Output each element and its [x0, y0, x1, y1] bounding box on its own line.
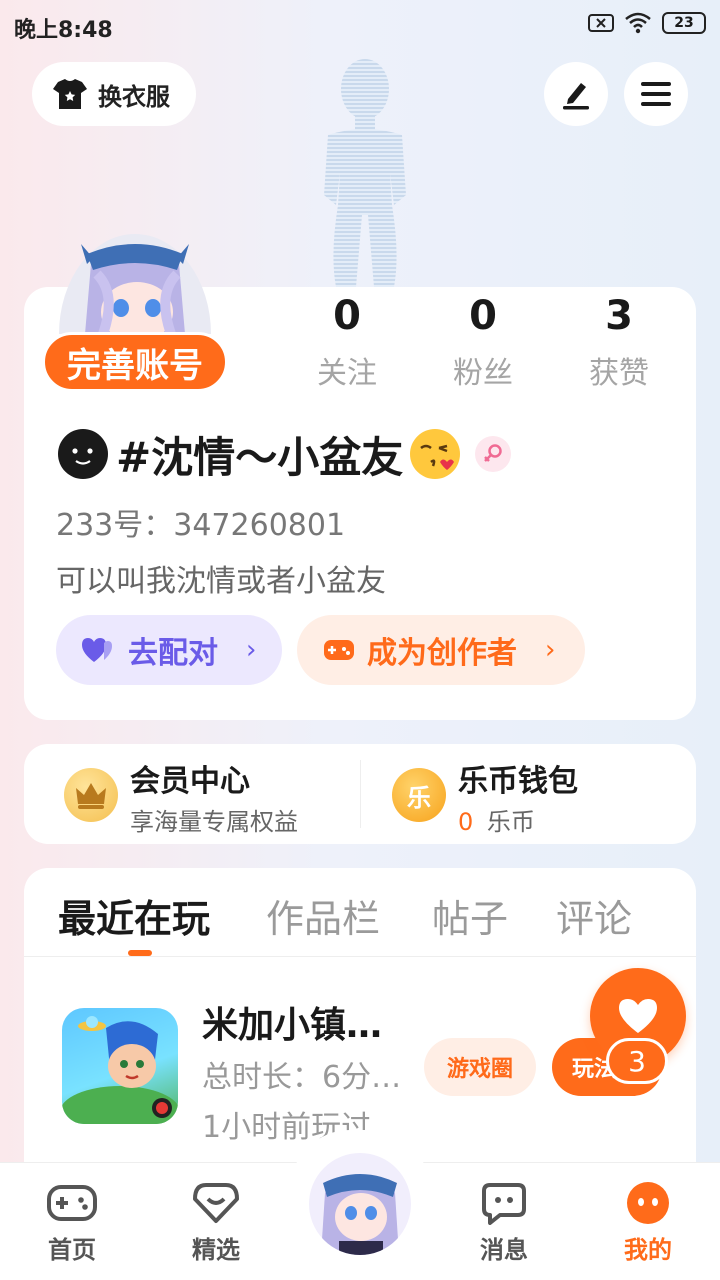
divider: [24, 956, 696, 957]
vip-subtitle: 享海量专属权益: [130, 808, 298, 836]
following-count: 0: [333, 293, 361, 339]
become-creator-button[interactable]: 成为创作者 ›: [297, 615, 585, 685]
tab-recent-played[interactable]: 最近在玩: [58, 888, 210, 943]
nav-messages-label: 消息: [480, 1236, 528, 1264]
divider: [360, 760, 361, 828]
crown-icon: [64, 768, 118, 822]
dark-moon-face-icon: [58, 429, 108, 479]
nav-featured-label: 精选: [192, 1236, 240, 1264]
menu-button[interactable]: [624, 62, 688, 126]
like-count-badge: 3: [606, 1038, 668, 1084]
battery-indicator: 23: [662, 12, 706, 34]
status-bar: 晚上8:48 23: [0, 0, 720, 52]
gamepad-icon: [324, 640, 354, 660]
status-icons: 23: [588, 12, 706, 34]
coin-glyph: 乐: [407, 783, 431, 812]
wallet-unit: 乐币: [486, 808, 535, 836]
following-label: 关注: [317, 356, 377, 391]
game-icon[interactable]: [62, 1008, 178, 1124]
sim-off-icon: [588, 14, 614, 32]
shirt-icon: [53, 79, 87, 109]
nav-featured[interactable]: 精选: [166, 1180, 266, 1265]
gamepad-nav-icon: [47, 1180, 97, 1226]
stat-followers[interactable]: 0 粉丝: [428, 292, 538, 392]
face-nav-icon: [623, 1180, 673, 1226]
wallet-amount: 0: [458, 808, 474, 836]
center-avatar-button[interactable]: [306, 1150, 414, 1258]
game-circle-button[interactable]: 游戏圈: [424, 1038, 536, 1096]
complete-account-button[interactable]: 完善账号: [42, 332, 228, 392]
tab-works[interactable]: 作品栏: [266, 888, 380, 943]
chevron-right-icon: ›: [246, 635, 257, 665]
vip-title: 会员中心: [130, 764, 250, 799]
nav-home-label: 首页: [48, 1236, 96, 1264]
tab-comments[interactable]: 评论: [556, 888, 632, 943]
edit-pen-icon: [563, 83, 589, 110]
kissing-face-emoji-icon: [410, 429, 461, 479]
likes-label: 获赞: [589, 356, 649, 391]
stat-following[interactable]: 0 关注: [292, 292, 402, 392]
menu-icon: [641, 82, 671, 106]
female-gender-icon: [475, 436, 512, 472]
coin-icon: 乐: [392, 768, 446, 822]
wallet-balance: 0 乐币: [458, 802, 535, 837]
change-outfit-button[interactable]: 换衣服: [32, 62, 196, 126]
match-button[interactable]: 去配对 ›: [56, 615, 282, 685]
bio-text: 可以叫我沈情或者小盆友: [56, 564, 386, 599]
heart-pair-icon: [82, 638, 112, 662]
edit-button[interactable]: [544, 62, 608, 126]
wallet-title: 乐币钱包: [458, 764, 578, 799]
chevron-right-icon: ›: [545, 635, 556, 665]
match-label: 去配对: [128, 636, 218, 671]
nav-messages[interactable]: 消息: [454, 1180, 554, 1265]
username-row: #沈情～小盆友: [56, 424, 512, 484]
game-total-time: 总时长：6分…: [202, 1060, 402, 1095]
nav-mine[interactable]: 我的: [598, 1180, 698, 1265]
game-title[interactable]: 米加小镇…: [202, 996, 382, 1048]
profile-avatar[interactable]: [57, 234, 213, 334]
change-outfit-label: 换衣服: [98, 82, 170, 111]
followers-label: 粉丝: [453, 356, 513, 391]
username: #沈情～小盆友: [116, 432, 404, 482]
followers-count: 0: [469, 293, 497, 339]
nav-home[interactable]: 首页: [22, 1180, 122, 1265]
heart-icon: [619, 999, 657, 1033]
heart-diamond-nav-icon: [191, 1180, 241, 1226]
avatar-3d-preview[interactable]: [290, 55, 440, 287]
tab-posts[interactable]: 帖子: [432, 888, 508, 943]
account-id[interactable]: 233号：347260801: [56, 500, 345, 544]
nav-mine-label: 我的: [624, 1236, 672, 1264]
likes-count: 3: [605, 293, 633, 339]
wifi-icon: [625, 12, 651, 34]
become-creator-label: 成为创作者: [367, 636, 517, 671]
status-time: 晚上8:48: [14, 18, 113, 43]
stat-likes[interactable]: 3 获赞: [564, 292, 674, 392]
chat-bubble-nav-icon: [479, 1180, 529, 1226]
